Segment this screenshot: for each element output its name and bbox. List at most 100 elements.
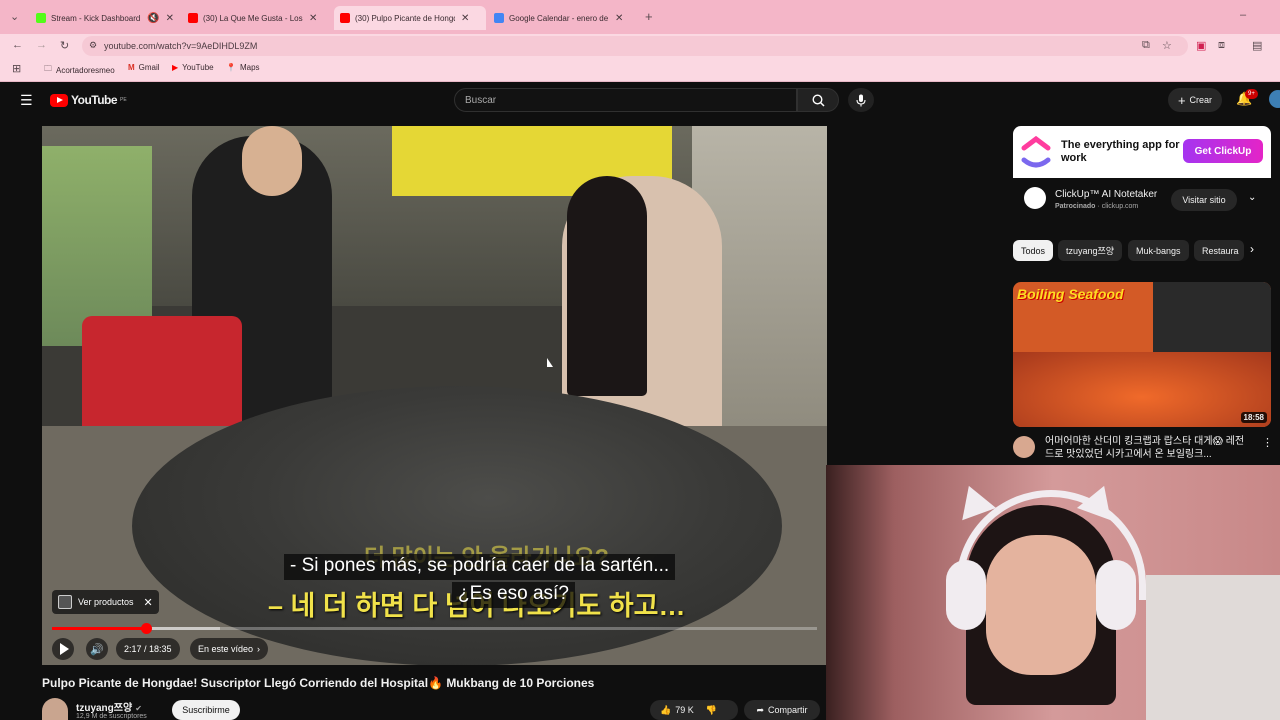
tab-kick-dashboard[interactable]: Stream - Kick Dashboard 🔇 ✕	[30, 6, 180, 30]
close-icon[interactable]: ✕	[461, 13, 469, 24]
product-thumbnail-icon	[58, 595, 72, 609]
visit-site-button[interactable]: Visitar sitio	[1171, 189, 1237, 211]
forward-icon[interactable]: →	[36, 39, 47, 51]
headset-earcup-right	[1096, 560, 1136, 630]
youtube-logo-icon	[50, 93, 68, 107]
crab-legs-image	[1013, 352, 1271, 427]
subscriber-count: 12,9 M de suscriptores	[76, 713, 147, 720]
account-avatar[interactable]	[1269, 90, 1280, 108]
chips-next-arrow-icon[interactable]: ›	[1250, 242, 1254, 256]
address-bar[interactable]: ⚙ youtube.com/watch?v=9AeDIHDL9ZM	[82, 36, 1188, 56]
get-clickup-button[interactable]: Get ClickUp	[1183, 139, 1263, 163]
recommended-thumbnail[interactable]: Boiling Seafood 18:58	[1013, 282, 1271, 427]
channel-name-row[interactable]: tzuyang쯔양 ✔	[76, 699, 142, 714]
share-button[interactable]: ➦ Compartir	[744, 700, 820, 720]
calendar-favicon-icon	[494, 13, 504, 23]
sidebar-icon[interactable]: ▤	[1252, 39, 1262, 52]
mute-icon[interactable]: 🔇	[147, 13, 159, 24]
clickup-logo-icon	[1021, 136, 1051, 168]
minimize-icon[interactable]: –	[1240, 9, 1246, 21]
bookmark-maps[interactable]: 📍 Maps	[226, 63, 260, 72]
channel-avatar[interactable]	[42, 698, 68, 720]
tab-title: (30) La Que Me Gusta - Los Ami	[203, 13, 303, 23]
tab-search-icon[interactable]: ⌄	[10, 10, 19, 23]
bookmark-youtube[interactable]: ▶ YouTube	[172, 63, 214, 72]
chevron-down-icon[interactable]: ⌄	[1248, 192, 1256, 203]
search-placeholder: Buscar	[465, 94, 497, 106]
search-icon	[811, 93, 825, 107]
tab-title: (30) Pulpo Picante de Hongdae	[355, 13, 455, 23]
video-duration-badge: 18:58	[1240, 412, 1267, 423]
search-button[interactable]	[797, 88, 839, 112]
extension-icon[interactable]: ▣	[1196, 39, 1206, 52]
tab-google-calendar[interactable]: Google Calendar - enero de 20 ✕	[488, 6, 638, 30]
view-products-pill[interactable]: Ver productos ✕	[52, 590, 159, 614]
chip-todos[interactable]: Todos	[1013, 240, 1054, 261]
bookmark-label: Gmail	[138, 63, 160, 72]
maps-pin-icon: 📍	[226, 63, 236, 72]
close-icon[interactable]: ✕	[309, 13, 317, 24]
bed-image	[1146, 575, 1280, 720]
subscribe-button[interactable]: Suscribirme	[172, 700, 240, 720]
view-products-label: Ver productos	[78, 597, 134, 607]
volume-button[interactable]: 🔊	[86, 638, 108, 660]
chip-tzuyang[interactable]: tzuyang쯔양	[1058, 240, 1123, 261]
reload-icon[interactable]: ↻	[60, 39, 69, 52]
apps-grid-icon[interactable]: ⊞	[12, 62, 21, 75]
youtube-logo-text: YouTube	[71, 93, 118, 107]
close-icon[interactable]: ✕	[144, 596, 153, 609]
tab-title: Stream - Kick Dashboard	[51, 13, 141, 23]
notification-count-badge: 9+	[1245, 89, 1258, 99]
voice-search-button[interactable]	[848, 88, 874, 112]
youtube-logo[interactable]: YouTube PE	[50, 93, 127, 107]
chevron-right-icon: ›	[257, 644, 261, 654]
dislike-icon[interactable]: 👎	[706, 705, 717, 716]
spanish-subtitle-line-1: - Si pones más, se podría caer de la sar…	[284, 554, 676, 580]
bookmark-gmail[interactable]: M Gmail	[128, 63, 160, 72]
new-tab-button[interactable]: +	[645, 9, 653, 24]
sponsored-label: Patrocinado	[1055, 203, 1096, 210]
progress-played	[52, 627, 147, 630]
bookmark-acortadores[interactable]: 🗀 Acortadoresmeo	[44, 63, 115, 77]
tab-pulpo-picante[interactable]: (30) Pulpo Picante de Hongdae ✕	[334, 6, 486, 30]
extensions-puzzle-icon[interactable]: ⧈	[1218, 39, 1225, 52]
site-info-icon[interactable]: ⚙	[89, 40, 97, 51]
volume-icon: 🔊	[90, 643, 104, 656]
recommended-title[interactable]: 어머어마한 산더미 킹크랩과 랍스타 대게😱 레전드로 맛있었던 시카고에서 온…	[1045, 435, 1253, 461]
bookmark-label: Maps	[239, 63, 260, 72]
share-label: Compartir	[768, 705, 808, 715]
install-app-icon[interactable]: ⧉	[1142, 39, 1150, 52]
ad-banner[interactable]: The everything app for work Get ClickUp	[1013, 126, 1271, 178]
bookmark-star-icon[interactable]: ☆	[1162, 39, 1172, 52]
create-button[interactable]: + Crear	[1168, 88, 1222, 112]
search-input[interactable]: Buscar	[454, 88, 797, 112]
progress-bar[interactable]	[52, 623, 817, 634]
channel-avatar[interactable]	[1013, 436, 1035, 458]
people-image	[1153, 282, 1271, 352]
like-icon[interactable]: 👍	[660, 705, 671, 716]
close-icon[interactable]: ✕	[615, 13, 623, 24]
time-display: 2:17 / 18:35	[116, 638, 180, 660]
youtube-icon: ▶	[172, 63, 179, 72]
tab-la-que-me-gusta[interactable]: (30) La Que Me Gusta - Los Ami ✕	[182, 6, 332, 30]
ad-headline: The everything app for work	[1061, 139, 1180, 164]
share-icon: ➦	[756, 704, 765, 715]
gmail-icon: M	[128, 63, 135, 72]
ad-domain: clickup.com	[1101, 203, 1139, 210]
like-count[interactable]: 79 K	[675, 705, 694, 715]
close-icon[interactable]: ✕	[166, 13, 174, 24]
play-button[interactable]	[52, 638, 74, 660]
menu-icon[interactable]: ☰	[20, 92, 33, 109]
chapter-button[interactable]: En este vídeo ›	[190, 638, 269, 660]
chapter-label: En este vídeo	[198, 644, 254, 654]
mouse-cursor-icon	[547, 358, 553, 367]
chip-restaurantes[interactable]: Restaura	[1194, 240, 1244, 261]
country-code: PE	[120, 97, 127, 103]
bookmark-label: Acortadoresmeo	[56, 65, 115, 75]
more-options-icon[interactable]: ⋮	[1262, 436, 1273, 449]
back-icon[interactable]: ←	[12, 39, 23, 51]
youtube-favicon-icon	[340, 13, 350, 23]
like-dislike-group: 👍 79 K 👎	[650, 700, 738, 720]
chip-mukbangs[interactable]: Muk-bangs	[1128, 240, 1189, 261]
ad-title: ClickUp™ AI Notetaker	[1055, 189, 1158, 200]
